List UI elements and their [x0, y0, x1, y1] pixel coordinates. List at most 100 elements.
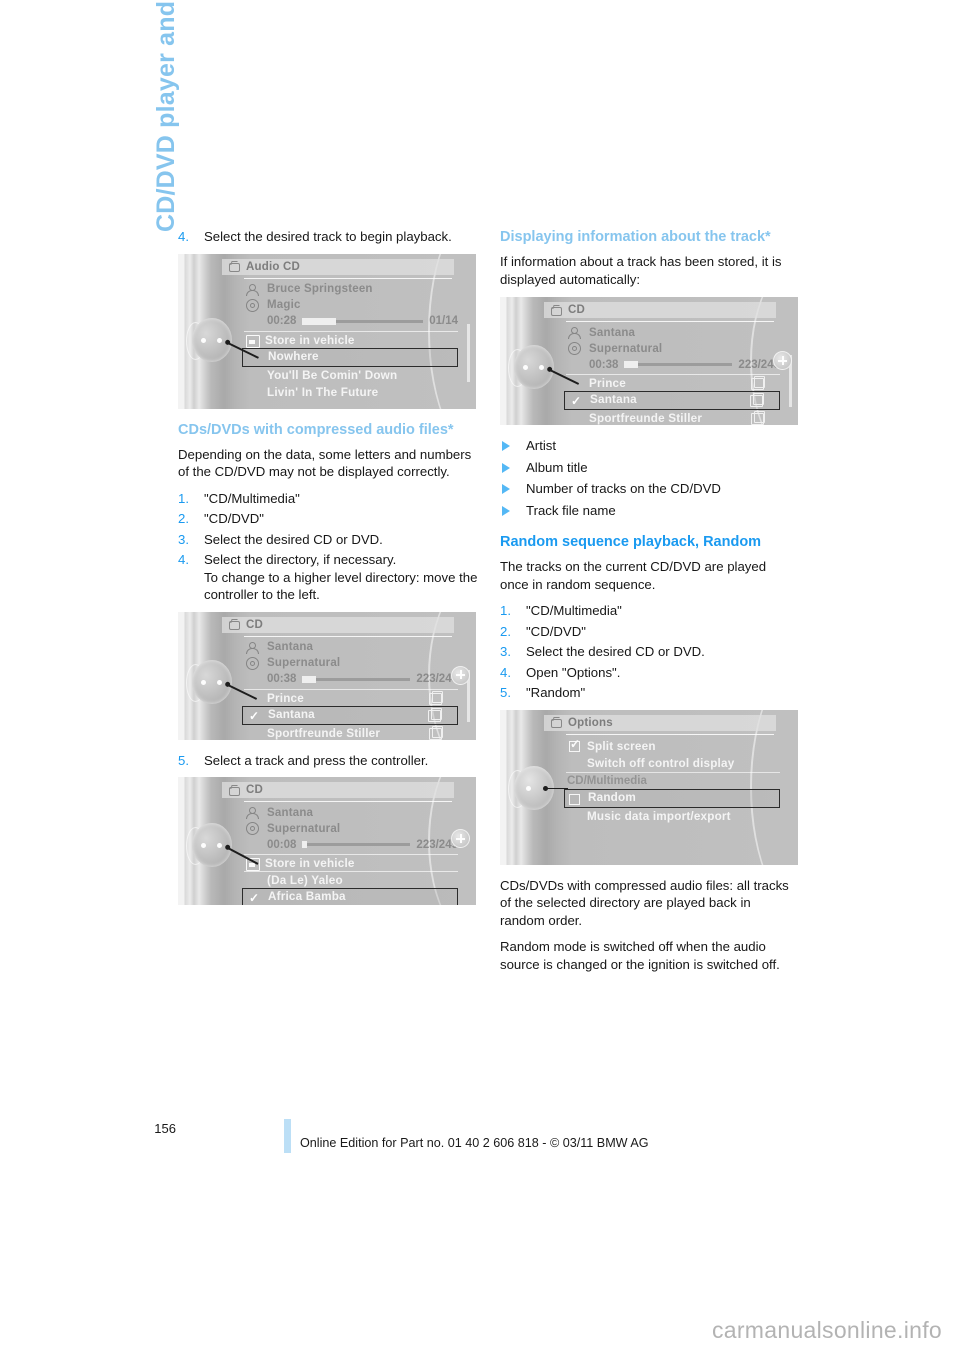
artist-name: Santana: [267, 806, 314, 819]
screen-title: Options: [568, 716, 613, 729]
outro-paragraph-1: CDs/DVDs with compressed audio files: al…: [500, 877, 789, 928]
track-label: Africa Bamba: [268, 890, 346, 903]
plus-badge-icon[interactable]: [773, 351, 792, 370]
checkbox-checked-icon: [569, 736, 580, 753]
checkbox-icon: [569, 793, 580, 805]
option-section-label: CD/Multimedia: [566, 771, 780, 789]
track-info-bullets: Artist Album title Number of tracks on t…: [500, 437, 792, 519]
step-number: 2.: [178, 511, 189, 526]
page-footer: 156 Online Edition for Part no. 01 40 2 …: [0, 1106, 960, 1166]
step-text: "Random": [526, 685, 586, 700]
plus-badge-icon[interactable]: [451, 665, 470, 685]
track-label: Livin' In The Future: [267, 385, 379, 399]
person-icon: [244, 283, 260, 296]
page-number: 156: [154, 1121, 176, 1136]
screen-titlebar: CD: [544, 302, 776, 318]
artist-name: Bruce Springsteen: [267, 283, 373, 295]
screen-scrollbar[interactable]: [467, 323, 470, 382]
right-column: Displaying information about the track* …: [500, 228, 798, 982]
divider: [566, 733, 774, 735]
album-row: Supernatural: [244, 656, 458, 671]
track-row-selected[interactable]: ✓ Africa Bamba: [242, 888, 458, 905]
screen-title: Audio CD: [246, 260, 300, 273]
option-label: Split screen: [587, 739, 656, 753]
store-in-vehicle-row[interactable]: Store in vehicle: [244, 854, 458, 871]
track-label: (Da Le) Yaleo: [267, 874, 343, 887]
directory-label: Santana: [590, 393, 637, 406]
folder-icon: [751, 376, 765, 390]
progress-row: 00:38 223/249: [589, 357, 780, 372]
step-list-top: 4. Select the desired track to begin pla…: [178, 228, 478, 246]
directory-row[interactable]: Sportfreunde Stiller: [244, 725, 458, 740]
directory-row-selected[interactable]: ✓ Santana: [242, 705, 458, 725]
disc-icon: [566, 342, 582, 355]
track-label: You'll Be Comin' Down: [267, 368, 398, 382]
elapsed-time: 00:28: [267, 315, 297, 327]
step-text: Select the desired CD or DVD.: [204, 531, 383, 547]
screen-content: Bruce Springsteen Magic 00:28 01/14 Stor…: [242, 282, 458, 405]
artist-row: Santana: [244, 805, 458, 820]
step-number: 1.: [178, 490, 189, 506]
album-row: Magic: [244, 298, 458, 313]
figure-cd-info-screen: CD Santana Supernatural 00:38 223/249 Pr…: [500, 297, 798, 425]
screen-title: CD: [568, 304, 586, 316]
folder-icon: [429, 725, 443, 740]
folder-icon: [428, 707, 442, 722]
bullet-text: Album title: [526, 459, 588, 475]
step-number: 2.: [500, 623, 511, 639]
progress-row: 00:28 01/14: [267, 314, 458, 329]
option-label: Switch off control display: [587, 756, 735, 770]
list-item: 4. Open "Options".: [500, 664, 792, 682]
option-row-music-data[interactable]: Music data import/export: [566, 808, 780, 825]
directory-row[interactable]: Prince: [566, 374, 780, 391]
list-item: Album title: [500, 459, 792, 477]
screen-title: CD: [246, 618, 264, 631]
footer-edition-text: Online Edition for Part no. 01 40 2 606 …: [300, 1136, 649, 1150]
store-in-vehicle-row[interactable]: Store in vehicle: [244, 330, 458, 348]
progress-row: 00:08 223/249: [267, 837, 458, 852]
list-item: 1. "CD/Multimedia": [178, 490, 478, 508]
list-item: 4. Select the directory, if necessary. T…: [178, 551, 478, 604]
track-row[interactable]: Livin' In The Future: [244, 384, 458, 401]
track-row[interactable]: (Da Le) Yaleo: [244, 871, 458, 888]
screen-content: Santana Supernatural 00:38 223/249 Princ…: [242, 640, 458, 740]
artist-row: Bruce Springsteen: [244, 282, 458, 297]
list-item: 2. "CD/DVD": [178, 510, 478, 528]
elapsed-time: 00:38: [267, 673, 297, 685]
directory-row[interactable]: Prince: [244, 688, 458, 706]
progress-bar: [624, 361, 733, 368]
chapter-title: CD/DVD player and CD changer: [152, 0, 180, 232]
step-subtext: To change to a higher level directory: m…: [204, 569, 478, 603]
directory-row-selected[interactable]: ✓ Santana: [564, 391, 780, 410]
step-text: Select the desired CD or DVD.: [526, 644, 705, 659]
directory-row[interactable]: Sportfreunde Stiller: [566, 410, 780, 425]
option-row-random-selected[interactable]: Random: [564, 788, 780, 808]
track-row-selected[interactable]: Nowhere: [242, 347, 458, 367]
figure-cd-directories-screen: CD Santana Supernatural 00:38 223/249 Pr…: [178, 611, 476, 740]
intro-paragraph: If information about a track has been st…: [500, 254, 782, 287]
progress-bar: [302, 841, 411, 848]
elapsed-time: 00:08: [267, 838, 297, 851]
step-text: Select a track and press the controller.: [204, 752, 429, 768]
section-heading-random: Random sequence playback, Random: [500, 534, 762, 550]
directory-label: Prince: [267, 691, 304, 705]
list-item: 4. Select the desired track to begin pla…: [178, 228, 478, 246]
step-text: Open "Options".: [526, 664, 621, 680]
progress-row: 00:38 223/249: [267, 672, 458, 687]
option-row-switch-off-display[interactable]: Switch off control display: [566, 755, 780, 772]
plus-badge-icon[interactable]: [451, 829, 470, 848]
store-label: Store in vehicle: [265, 333, 355, 347]
step-number: 4.: [178, 229, 189, 244]
screen-titlebar: Audio CD: [222, 258, 454, 275]
figure-audio-cd-screen: Audio CD Bruce Springsteen Magic 00:28 0…: [178, 253, 476, 409]
directory-label: Sportfreunde Stiller: [267, 726, 381, 740]
option-row-split-screen[interactable]: Split screen: [566, 736, 780, 755]
manual-page: CD/DVD player and CD changer 4. Select t…: [0, 0, 960, 1358]
audio-source-icon: [228, 261, 241, 272]
folder-icon: [750, 393, 764, 407]
track-row[interactable]: You'll Be Comin' Down: [244, 367, 458, 384]
step-number: 4.: [178, 552, 189, 567]
album-row: Supernatural: [244, 821, 458, 836]
artist-name: Santana: [267, 641, 314, 653]
screen-content: Split screen Switch off control display …: [564, 736, 780, 861]
